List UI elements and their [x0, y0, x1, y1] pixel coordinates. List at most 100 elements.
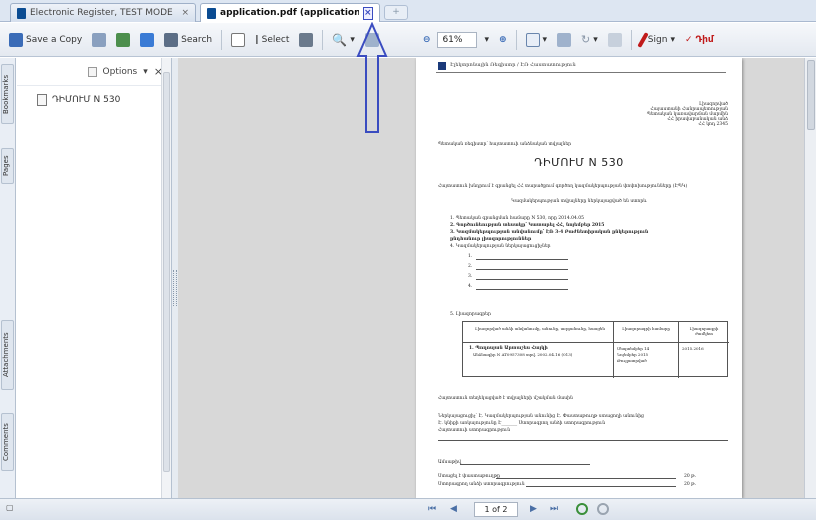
chevron-down-icon: ▾ [670, 34, 675, 45]
document-scrollbar[interactable] [804, 58, 816, 498]
bottom-field: Ամսաթիվ [438, 460, 461, 465]
splitter-grip[interactable] [173, 270, 177, 306]
tab-electronic-register[interactable]: Electronic Register, TEST MODE × [10, 3, 196, 22]
stop-icon[interactable] [597, 503, 609, 515]
toolbar-divider [515, 29, 517, 50]
rotate-button[interactable]: ↻ ▾ [578, 29, 601, 51]
snapshot-button[interactable] [296, 29, 316, 51]
close-icon[interactable]: × [181, 8, 189, 18]
tab-bookmarks[interactable]: Bookmarks [1, 64, 14, 124]
select-button[interactable]: Ⅰ Select [252, 29, 292, 51]
list-item: 4. Կազմակերպության ներկայացուցիչներ [450, 244, 551, 249]
share-button[interactable] [137, 29, 157, 51]
data-table: Լիազորված անձի անվանումը, անունը, ազգանո… [462, 321, 729, 378]
sublist-number: 1. [468, 254, 473, 259]
fill-line [526, 486, 676, 487]
fill-line [496, 478, 676, 479]
tab-pages[interactable]: Pages [1, 148, 14, 184]
share-icon [140, 32, 155, 47]
last-page-button[interactable]: ⏭ [550, 504, 558, 514]
previous-page-button[interactable]: ◀ [450, 504, 457, 514]
next-page-button[interactable]: ▶ [530, 504, 537, 514]
page-icon [231, 32, 246, 47]
page-number-field[interactable]: 1 of 2 [474, 502, 518, 517]
chevron-down-icon: ▾ [593, 34, 598, 45]
note-line: Հայտատուն տեղեկացված է տվյալների մշակման… [438, 396, 573, 401]
email-button[interactable] [113, 29, 133, 51]
table-header: Լիազորված անձի անվանումը, անունը, ազգանո… [475, 326, 605, 331]
table-header: Լիազորագրի համարը [622, 326, 670, 331]
fill-line [460, 464, 590, 465]
read-mode-button[interactable] [554, 29, 574, 51]
search-button[interactable]: Search [161, 29, 215, 51]
zoom-out-button[interactable]: ⊖ [420, 29, 434, 51]
close-tab-button[interactable]: × [362, 6, 373, 20]
print-icon [92, 32, 107, 47]
page-nav-button[interactable] [228, 29, 248, 51]
search-label: Search [181, 34, 213, 45]
zoom-level-field[interactable]: 61% [437, 31, 478, 48]
header-rule [436, 72, 726, 73]
new-tab-button[interactable]: + [384, 5, 408, 20]
separator-line [438, 440, 728, 441]
toolbar: Save a Copy Search Ⅰ Select 🔍 ▾ ⊖ 61% ▾ … [0, 23, 816, 57]
tools-button[interactable] [605, 29, 625, 51]
toolbar-divider [630, 29, 632, 50]
bottom-field: Ստորագրող անձի ստորագրություն [438, 482, 525, 487]
list-item: 3. Կազմակերպության անվանումը՝ ԷՌ 3-4 Բաժ… [450, 230, 649, 235]
tab-application-pdf[interactable]: application.pdf (application/pdf O... × [200, 3, 380, 22]
first-page-button[interactable]: ⏮ [428, 504, 436, 514]
tab-comments[interactable]: Comments [1, 413, 14, 471]
select-label: Select [261, 34, 290, 45]
sublist-number: 2. [468, 264, 473, 269]
play-icon[interactable] [576, 503, 588, 515]
options-button[interactable]: Options [103, 67, 138, 77]
camera-icon [299, 32, 314, 47]
scrollbar-thumb[interactable] [163, 72, 170, 472]
app-window: Electronic Register, TEST MODE × applica… [0, 0, 816, 520]
fill-line [476, 269, 568, 270]
zoom-icon: 🔍 [332, 32, 348, 47]
table-divider [613, 322, 614, 378]
red-action-button[interactable]: ✓ Դիմ [682, 29, 717, 51]
sign-label: Sign [647, 34, 668, 45]
cursor-icon: Ⅰ [255, 32, 259, 47]
logo-icon [438, 62, 446, 70]
rotate-icon: ↻ [581, 33, 591, 46]
intro-line: Պետական ռեգիստր՝ հայտատուի անձնական տվյա… [438, 142, 572, 147]
bottom-field: Ստացել է փաստաթուղթը [438, 474, 501, 479]
chevron-down-icon: ▾ [143, 66, 148, 77]
bookmark-item[interactable]: ԴԻՄՈՒՄ N 530 [37, 94, 120, 106]
panel-header: Options ▾ × [17, 58, 171, 86]
chevron-down-icon: ▾ [542, 34, 548, 45]
table-cell: Նոյեմբեր 2015 [617, 352, 649, 357]
zoom-dropdown[interactable]: ▾ [481, 29, 492, 51]
annotation-arrow-icon [356, 22, 388, 133]
toolbar-divider [221, 29, 223, 50]
paragraph: Հայտատուն խնդրում է գրանցել ՀՀ տարածքում… [438, 184, 688, 189]
table-divider [678, 322, 679, 378]
table-divider [463, 342, 729, 343]
document-icon [207, 7, 216, 19]
navigation-panel-tabs: Bookmarks Pages Attachments Comments [0, 58, 16, 498]
tab-attachments[interactable]: Attachments [1, 320, 14, 390]
table-cell: Թույլատրված [617, 358, 647, 363]
status-page-icon: ▢ [6, 503, 14, 512]
table-cell: 2015.2016 [682, 346, 704, 351]
zoom-tool-button[interactable]: 🔍 ▾ [329, 29, 357, 51]
zoom-in-button[interactable]: ⊕ [496, 29, 510, 51]
document-viewport[interactable]: Էլեկտրոնային Ռեգիստր / ԷՌ Հաստատություն … [178, 58, 804, 498]
list-item: ընդհանուր լիազորություններ [450, 237, 532, 242]
print-button[interactable] [89, 29, 109, 51]
email-icon [116, 32, 131, 47]
zoom-in-icon: ⊕ [498, 34, 507, 45]
scrollbar-thumb[interactable] [807, 60, 815, 130]
table-cell: 1. Պողոսյան Արտաշես Հայկի [469, 346, 548, 351]
save-copy-button[interactable]: Save a Copy [6, 29, 85, 51]
page-display-button[interactable]: ▾ [523, 29, 551, 51]
sign-button[interactable]: Sign ▾ [637, 29, 678, 51]
panel-scrollbar[interactable] [161, 58, 171, 498]
chevron-down-icon: ▾ [484, 34, 489, 45]
page-display-icon [525, 32, 540, 47]
signature-line: Հայտատուի ստորագրություն [438, 428, 511, 433]
